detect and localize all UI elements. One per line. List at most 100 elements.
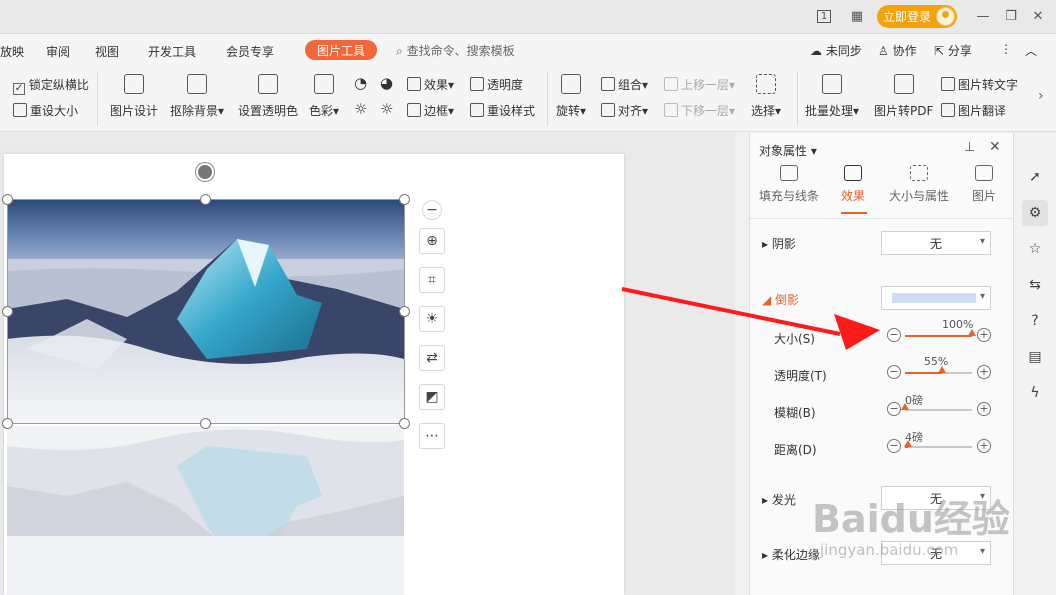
table-tool-icon[interactable]: ▤ (1022, 344, 1048, 370)
adjust-icon[interactable]: ⚙ (1022, 200, 1048, 226)
rotate-button[interactable]: 旋转▾ (556, 74, 586, 119)
to-text-button[interactable]: 图片转文字 (941, 76, 1018, 93)
divider (97, 72, 98, 126)
share-button[interactable]: ⇱ 分享 (934, 42, 972, 59)
transparency-tool-icon[interactable]: ◩ (419, 384, 445, 410)
panel-title[interactable]: 对象属性 ▾ (759, 142, 817, 159)
tab-slideshow[interactable]: 放映 (0, 43, 24, 60)
page-number-icon[interactable]: 1 (812, 5, 836, 27)
collapse-ribbon-icon[interactable]: ︿ (1025, 42, 1037, 59)
star-pin-icon[interactable]: ☆ (1022, 236, 1048, 262)
align-button[interactable]: 对齐▾ (601, 102, 648, 119)
shadow-select[interactable]: 无 (881, 231, 991, 255)
resize-handle[interactable] (399, 306, 410, 317)
brightness-down-icon[interactable]: ☼ (380, 100, 393, 118)
picture-design-button[interactable]: 图片设计 (110, 74, 158, 119)
distance-slider[interactable]: 4磅 (903, 431, 972, 448)
ribbon-scroll-right-icon[interactable]: › (1038, 88, 1044, 104)
more-menu-icon[interactable]: ⋮ (1000, 42, 1012, 56)
effect-button[interactable]: 效果▾ (407, 76, 454, 93)
crop-icon[interactable]: ⌗ (419, 267, 445, 293)
resize-handle[interactable] (399, 418, 410, 429)
rocket-icon[interactable]: ➚ (1022, 164, 1048, 190)
border-icon (407, 103, 421, 117)
tab-picture[interactable]: 图片 (972, 165, 996, 204)
color-icon (314, 74, 335, 94)
border-button[interactable]: 边框▾ (407, 102, 454, 119)
close-icon[interactable]: ✕ (1026, 5, 1050, 27)
group-button[interactable]: 组合▾ (601, 76, 648, 93)
size-slider[interactable]: 100% (905, 318, 976, 337)
reset-size-button[interactable]: 重设大小 (13, 102, 78, 119)
set-transparent-color-button[interactable]: 设置透明色 (238, 74, 298, 119)
collab-button[interactable]: ♙ 协作 (878, 42, 917, 59)
tab-view[interactable]: 视图 (95, 43, 119, 60)
pin-icon[interactable]: ⊥ (964, 140, 975, 155)
convert-icon[interactable]: ⇆ (1022, 272, 1048, 298)
share-icon: ⇱ (934, 44, 945, 58)
login-button[interactable]: 立即登录 (877, 5, 957, 28)
search-command[interactable]: ⌕ 查找命令、搜索模板 (396, 42, 515, 59)
section-glow[interactable]: ▸ 发光 (762, 491, 796, 508)
zoom-in-icon[interactable]: ⊕ (419, 228, 445, 254)
restore-icon[interactable]: ❐ (999, 5, 1023, 27)
tab-member[interactable]: 会员专享 (226, 43, 274, 60)
tab-review[interactable]: 审阅 (46, 43, 70, 60)
increase-blur-button[interactable]: + (977, 402, 991, 416)
contrast-up-icon[interactable]: ◔ (354, 74, 367, 92)
active-tab-indicator (841, 212, 867, 214)
lock-ratio-checkbox[interactable]: ✓ 锁定纵横比 (13, 76, 89, 95)
section-reflection[interactable]: ◢ 倒影 (762, 291, 799, 308)
resize-handle[interactable] (2, 306, 13, 317)
to-pdf-button[interactable]: 图片转PDF (874, 74, 933, 119)
increase-transparency-button[interactable]: + (977, 365, 991, 379)
select-button[interactable]: 选择▾ (751, 74, 781, 119)
ice-photo[interactable] (7, 199, 404, 423)
tab-fill-line[interactable]: 填充与线条 (759, 165, 819, 204)
decrease-blur-button[interactable]: − (887, 402, 901, 416)
reflection-preset-select[interactable] (881, 286, 991, 310)
unsync-button[interactable]: ☁ 未同步 (810, 42, 862, 59)
section-soft-edge[interactable]: ▸ 柔化边缘 (762, 546, 820, 563)
reset-style-button[interactable]: 重设样式 (470, 102, 535, 119)
tab-size-properties[interactable]: 大小与属性 (889, 165, 949, 204)
batch-process-button[interactable]: 批量处理▾ (805, 74, 859, 119)
collapse-toolbar-icon[interactable]: − (422, 200, 442, 220)
section-shadow[interactable]: ▸ 阴影 (762, 235, 796, 252)
reflection-distance-label: 距离(D) (774, 443, 817, 457)
panel-close-icon[interactable]: ✕ (989, 139, 1001, 155)
smart-idea-icon[interactable]: ☀ (419, 306, 445, 332)
color-button[interactable]: 色彩▾ (309, 74, 339, 119)
decrease-distance-button[interactable]: − (887, 439, 901, 453)
contrast-down-icon[interactable]: ◕ (380, 74, 393, 92)
transparency-slider[interactable]: 55% (905, 355, 972, 374)
minimize-icon[interactable]: — (971, 5, 995, 27)
resize-handle[interactable] (200, 418, 211, 429)
decrease-transparency-button[interactable]: − (887, 365, 901, 379)
replace-image-icon[interactable]: ⇄ (419, 345, 445, 371)
increase-size-button[interactable]: + (977, 328, 991, 342)
resize-handle[interactable] (2, 194, 13, 205)
grid-icon[interactable]: ▦ (845, 5, 869, 27)
bring-forward-button[interactable]: 上移一层▾ (664, 76, 735, 93)
remove-bg-button[interactable]: 抠除背景▾ (170, 74, 224, 119)
increase-distance-button[interactable]: + (977, 439, 991, 453)
tab-developer[interactable]: 开发工具 (148, 43, 196, 60)
tab-picture-tools[interactable]: 图片工具 (305, 40, 377, 60)
size-value: 100% (942, 318, 974, 331)
power-icon[interactable]: ϟ (1022, 380, 1048, 406)
more-icon[interactable]: ⋯ (419, 423, 445, 449)
help-icon[interactable]: ? (1022, 308, 1048, 334)
transparency-button[interactable]: 透明度 (470, 76, 523, 93)
blur-slider[interactable]: 0磅 (901, 394, 972, 411)
rotate-handle-icon[interactable] (196, 163, 214, 181)
ribbon: ✓ 锁定纵横比 重设大小 图片设计 抠除背景▾ 设置透明色 色彩▾ ◔ ◕ ☼ … (0, 66, 1056, 132)
brightness-up-icon[interactable]: ☼ (354, 100, 367, 118)
tab-effect[interactable]: 效果 (841, 165, 865, 204)
decrease-size-button[interactable]: − (887, 328, 901, 342)
translate-button[interactable]: 图片翻译 (941, 102, 1006, 119)
resize-handle[interactable] (200, 194, 211, 205)
resize-handle[interactable] (399, 194, 410, 205)
resize-handle[interactable] (2, 418, 13, 429)
send-backward-button[interactable]: 下移一层▾ (664, 102, 735, 119)
